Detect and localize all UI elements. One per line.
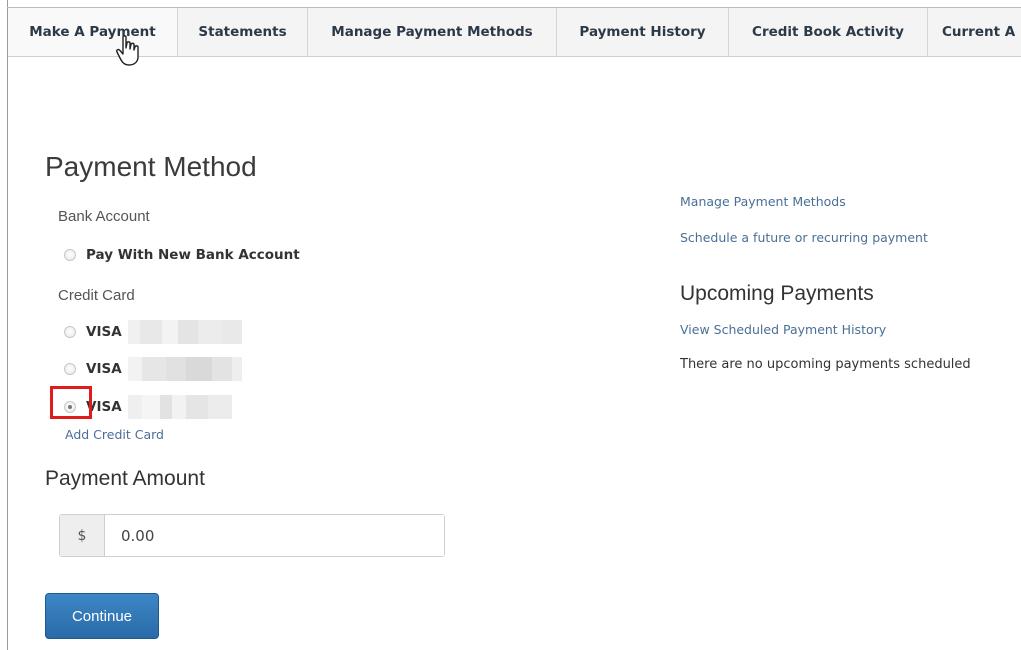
manage-payment-methods-link[interactable]: Manage Payment Methods bbox=[680, 194, 846, 209]
account-tabs: Make A Payment Statements Manage Payment… bbox=[8, 8, 1021, 57]
masked-card-number bbox=[127, 320, 242, 344]
hand-pointer-cursor-icon bbox=[116, 35, 139, 66]
tab-statements[interactable]: Statements bbox=[178, 8, 308, 56]
tab-credit-book-activity[interactable]: Credit Book Activity bbox=[729, 8, 928, 56]
window-frame-left bbox=[7, 0, 8, 650]
masked-card-number bbox=[127, 395, 232, 419]
new-bank-account-option[interactable]: Pay With New Bank Account bbox=[64, 247, 300, 263]
schedule-payment-link[interactable]: Schedule a future or recurring payment bbox=[680, 230, 928, 245]
add-credit-card-link[interactable]: Add Credit Card bbox=[65, 427, 164, 442]
new-bank-account-label: Pay With New Bank Account bbox=[86, 247, 300, 263]
currency-symbol: $ bbox=[60, 515, 105, 556]
bank-account-label: Bank Account bbox=[58, 208, 150, 225]
credit-card-option-1[interactable]: VISA bbox=[64, 320, 242, 344]
new-bank-account-radio[interactable] bbox=[64, 249, 76, 261]
credit-card-radio-2[interactable] bbox=[64, 363, 76, 375]
selected-card-highlight-box bbox=[50, 386, 92, 419]
masked-card-number bbox=[127, 357, 242, 381]
card-brand-label: VISA bbox=[86, 361, 122, 377]
credit-card-radio-1[interactable] bbox=[64, 326, 76, 338]
credit-card-option-2[interactable]: VISA bbox=[64, 357, 242, 381]
continue-button[interactable]: Continue bbox=[45, 593, 159, 639]
credit-card-label: Credit Card bbox=[58, 287, 135, 304]
tab-manage-payment-methods[interactable]: Manage Payment Methods bbox=[308, 8, 557, 56]
tab-current-account[interactable]: Current A bbox=[928, 8, 1021, 56]
payment-amount-title: Payment Amount bbox=[45, 467, 205, 490]
card-brand-label: VISA bbox=[86, 324, 122, 340]
tab-payment-history[interactable]: Payment History bbox=[557, 8, 729, 56]
payment-method-title: Payment Method bbox=[45, 151, 257, 182]
payment-amount-field: $ bbox=[59, 514, 445, 557]
upcoming-payments-title: Upcoming Payments bbox=[680, 282, 874, 305]
scheduled-payment-history-link[interactable]: View Scheduled Payment History bbox=[680, 322, 886, 337]
tab-make-a-payment[interactable]: Make A Payment bbox=[8, 8, 178, 56]
payment-amount-input[interactable] bbox=[105, 515, 444, 556]
no-upcoming-payments-message: There are no upcoming payments scheduled bbox=[680, 357, 971, 372]
